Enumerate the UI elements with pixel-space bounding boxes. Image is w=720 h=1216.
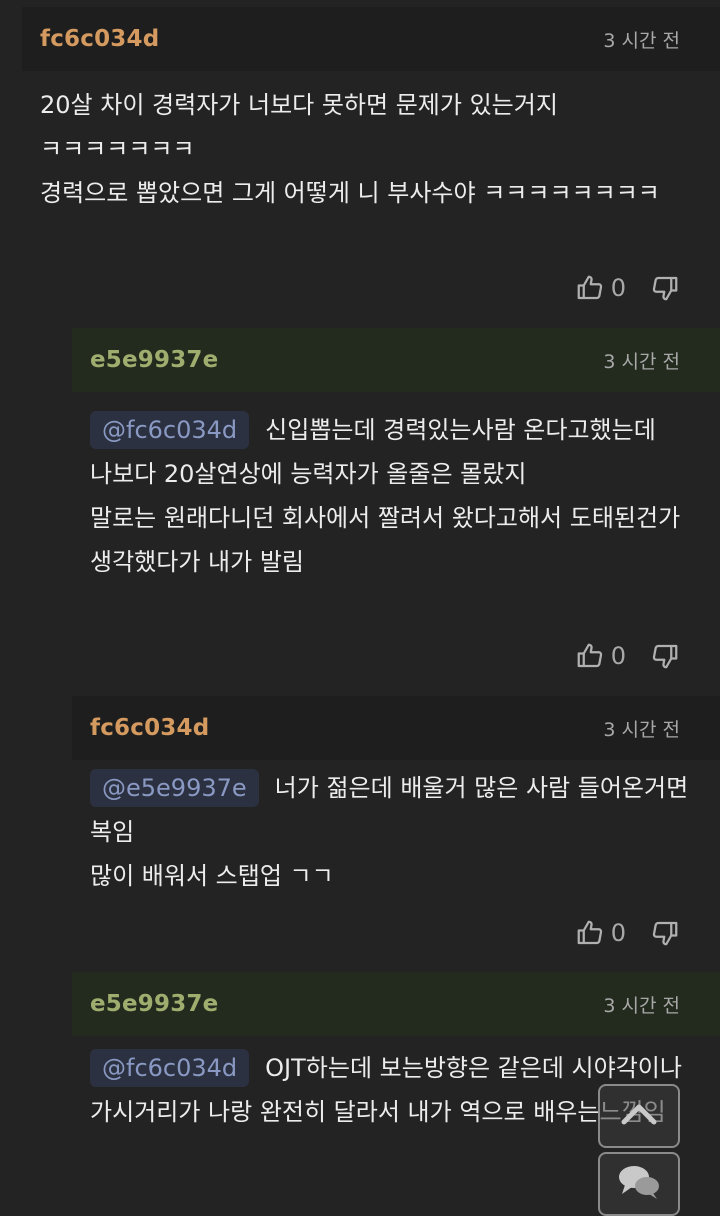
mention-tag[interactable]: @e5e9937e xyxy=(90,769,259,807)
comment-line: 20살 차이 경력자가 너보다 못하면 문제가 있는거지 ㅋㅋㅋㅋㅋㅋㅋ xyxy=(40,91,558,163)
comment-line: 신입뽑는데 경력있는사람 온다고했는데 xyxy=(265,416,656,444)
comment-text: @fc6c034d 신입뽑는데 경력있는사람 온다고했는데 나보다 20살연상에 … xyxy=(90,408,698,584)
like-count: 0 xyxy=(610,274,626,302)
chat-button[interactable] xyxy=(598,1152,680,1216)
comment-header: fc6c034d 3 시간 전 xyxy=(72,696,720,760)
comment-line: 나보다 20살연상에 능력자가 올줄은 몰랐지 xyxy=(90,460,527,488)
thumbs-up-icon[interactable] xyxy=(575,641,605,671)
comment-time: 3 시간 전 xyxy=(603,718,680,741)
comment-line: 많이 배워서 스탭업 ㄱㄱ xyxy=(90,862,334,890)
comment-1: fc6c034d 3 시간 전 20살 차이 경력자가 너보다 못하면 문제가 … xyxy=(22,7,720,325)
scroll-top-button[interactable] xyxy=(598,1084,680,1148)
reply-2: fc6c034d 3 시간 전 @e5e9937e 너가 젊은데 배울거 많은 사… xyxy=(72,696,720,966)
thumbs-down-icon[interactable] xyxy=(650,641,680,671)
vote-bar: 0 xyxy=(575,918,680,948)
like-count: 0 xyxy=(610,642,626,670)
comment-text: 20살 차이 경력자가 너보다 못하면 문제가 있는거지 ㅋㅋㅋㅋㅋㅋㅋ 경력으… xyxy=(40,83,698,215)
comment-time: 3 시간 전 xyxy=(603,994,680,1017)
thumbs-down-icon[interactable] xyxy=(650,918,680,948)
comment-header: fc6c034d 3 시간 전 xyxy=(22,7,720,71)
mention-tag[interactable]: @fc6c034d xyxy=(90,411,250,449)
mention-tag[interactable]: @fc6c034d xyxy=(90,1049,250,1087)
like-count: 0 xyxy=(610,919,626,947)
vote-bar: 0 xyxy=(575,273,680,303)
comment-header: e5e9937e 3 시간 전 xyxy=(72,328,720,392)
comment-author[interactable]: fc6c034d xyxy=(40,26,159,52)
comment-text: @e5e9937e 너가 젊은데 배울거 많은 사람 들어온거면 복임 많이 배워… xyxy=(90,766,698,898)
comment-line: 경력으로 뽑았으면 그게 어떻게 니 부사수야 ㅋㅋㅋㅋㅋㅋㅋㅋ xyxy=(40,179,660,207)
comment-header: e5e9937e 3 시간 전 xyxy=(72,972,720,1036)
chat-bubbles-icon xyxy=(617,1164,661,1204)
thumbs-up-icon[interactable] xyxy=(575,918,605,948)
comment-author[interactable]: e5e9937e xyxy=(90,347,218,373)
comment-author[interactable]: e5e9937e xyxy=(90,991,218,1017)
comment-time: 3 시간 전 xyxy=(603,29,680,52)
thumbs-up-icon[interactable] xyxy=(575,273,605,303)
chevron-up-icon xyxy=(619,1101,659,1131)
comment-time: 3 시간 전 xyxy=(603,350,680,373)
vote-bar: 0 xyxy=(575,641,680,671)
comment-line: 말로는 원래다니던 회사에서 짤려서 왔다고해서 도태된건가 생각했다가 내가 … xyxy=(90,504,681,576)
comment-author[interactable]: fc6c034d xyxy=(90,715,209,741)
thumbs-down-icon[interactable] xyxy=(650,273,680,303)
reply-1: e5e9937e 3 시간 전 @fc6c034d 신입뽑는데 경력있는사람 온다… xyxy=(72,328,720,678)
